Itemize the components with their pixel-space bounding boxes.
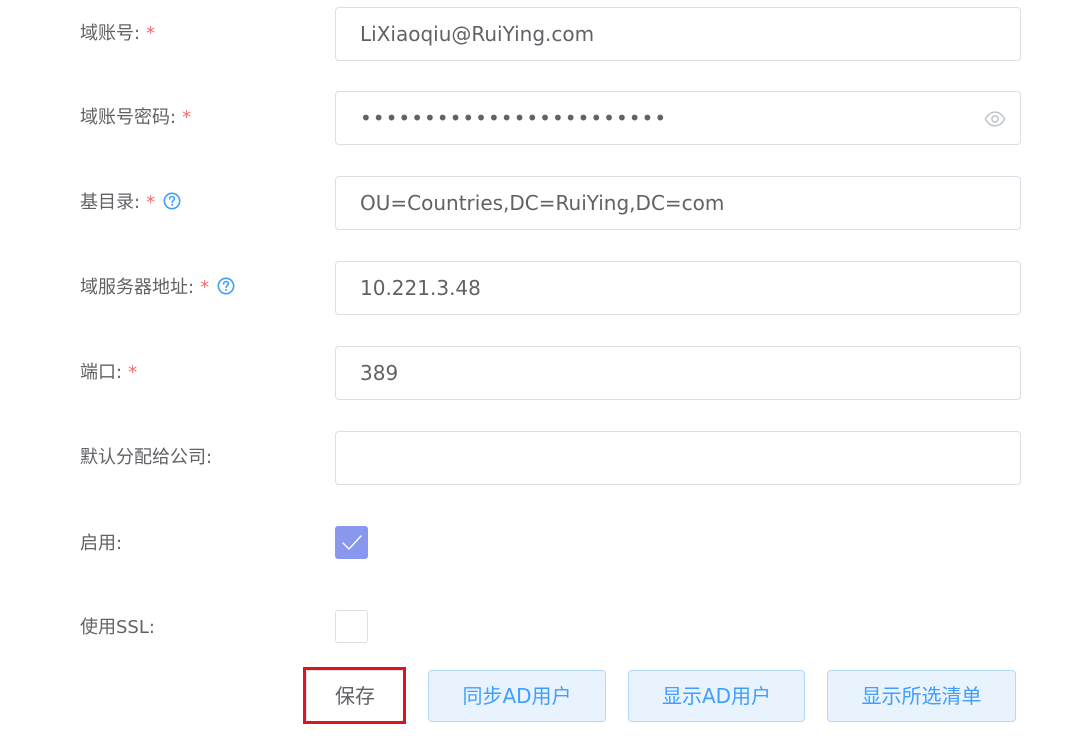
default-company-input[interactable] bbox=[335, 431, 1021, 485]
use-ssl-label-text: 使用SSL: bbox=[80, 617, 155, 638]
save-button-highlight bbox=[303, 667, 406, 724]
required-mark: * bbox=[146, 23, 156, 44]
eye-icon[interactable] bbox=[984, 108, 1006, 130]
required-mark: * bbox=[182, 107, 192, 128]
enabled-label-text: 启用: bbox=[80, 533, 123, 554]
show-selected-list-button[interactable]: 显示所选清单 bbox=[827, 670, 1016, 722]
server-address-input[interactable]: 10.221.3.48 bbox=[335, 261, 1021, 315]
question-circle-icon[interactable] bbox=[163, 192, 181, 210]
server-address-label-text: 域服务器地址: bbox=[80, 277, 195, 298]
domain-account-input[interactable]: LiXiaoqiu@RuiYing.com bbox=[335, 7, 1021, 61]
base-dn-label-text: 基目录: bbox=[80, 192, 141, 213]
base-dn-row: 基目录: * OU=Countries,DC=RuiYing,DC=com bbox=[0, 176, 1069, 230]
required-mark: * bbox=[146, 192, 156, 213]
domain-account-label: 域账号: * bbox=[80, 7, 155, 61]
use-ssl-row: 使用SSL: bbox=[0, 601, 1069, 655]
domain-password-row: 域账号密码: * •••••••••••••••••••••••• bbox=[0, 91, 1069, 145]
use-ssl-checkbox[interactable] bbox=[335, 610, 368, 643]
port-input[interactable]: 389 bbox=[335, 346, 1021, 400]
question-circle-icon[interactable] bbox=[217, 277, 235, 295]
enabled-row: 启用: bbox=[0, 517, 1069, 571]
required-mark: * bbox=[200, 277, 210, 298]
base-dn-label: 基目录: * bbox=[80, 176, 181, 230]
enabled-checkbox[interactable] bbox=[335, 526, 368, 559]
domain-account-label-text: 域账号: bbox=[80, 23, 141, 44]
required-mark: * bbox=[128, 362, 138, 383]
sync-ad-users-button[interactable]: 同步AD用户 bbox=[428, 670, 606, 722]
default-company-label: 默认分配给公司: bbox=[80, 431, 212, 485]
base-dn-input[interactable]: OU=Countries,DC=RuiYing,DC=com bbox=[335, 176, 1021, 230]
domain-password-value: •••••••••••••••••••••••• bbox=[360, 106, 668, 130]
domain-account-row: 域账号: * LiXiaoqiu@RuiYing.com bbox=[0, 7, 1069, 61]
port-row: 端口: * 389 bbox=[0, 346, 1069, 400]
server-address-label: 域服务器地址: * bbox=[80, 261, 235, 315]
domain-password-label: 域账号密码: * bbox=[80, 91, 191, 145]
enabled-label: 启用: bbox=[80, 517, 122, 571]
server-address-row: 域服务器地址: * 10.221.3.48 bbox=[0, 261, 1069, 315]
default-company-row: 默认分配给公司: bbox=[0, 431, 1069, 485]
domain-password-label-text: 域账号密码: bbox=[80, 107, 177, 128]
port-label-text: 端口: bbox=[80, 362, 123, 383]
domain-password-input[interactable]: •••••••••••••••••••••••• bbox=[335, 91, 1021, 145]
use-ssl-label: 使用SSL: bbox=[80, 601, 155, 655]
port-label: 端口: * bbox=[80, 346, 137, 400]
checkmark-icon bbox=[342, 535, 362, 550]
default-company-label-text: 默认分配给公司: bbox=[80, 447, 213, 468]
show-ad-users-button[interactable]: 显示AD用户 bbox=[628, 670, 805, 722]
